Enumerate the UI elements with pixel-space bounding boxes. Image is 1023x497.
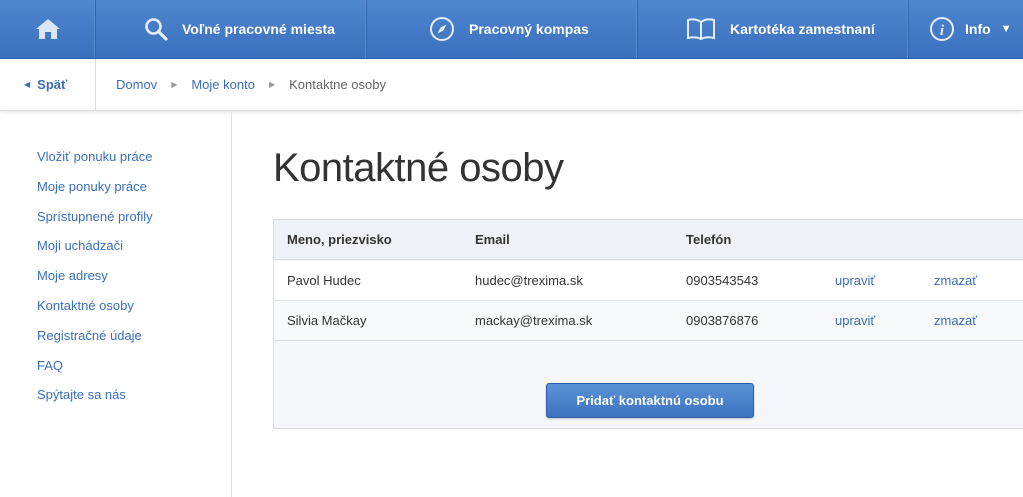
cell-name: Pavol Hudec (287, 273, 361, 288)
chevron-down-icon: ▼ (1000, 23, 1012, 35)
table-row: Silvia Mačkay mackay@trexima.sk 09038768… (274, 301, 1023, 341)
nav-info-label: Info (965, 21, 991, 37)
sidebar-item-shared-profiles[interactable]: Sprístupnené profily (0, 209, 231, 240)
sidebar-item-add-job-offer[interactable]: Vložiť ponuku práce (0, 150, 231, 180)
back-button[interactable]: ◀ Späť (0, 58, 96, 111)
home-icon (35, 19, 60, 39)
edit-link[interactable]: upraviť (835, 301, 875, 341)
nav-info-dropdown[interactable]: i Info ▼ (909, 0, 1023, 58)
svg-text:i: i (940, 23, 945, 39)
info-icon: i (929, 16, 955, 42)
column-header-name: Meno, priezvisko (287, 232, 392, 247)
add-contact-person-button[interactable]: Pridať kontaktnú osobu (546, 383, 754, 418)
cell-email: hudec@trexima.sk (475, 273, 583, 288)
nav-job-vacancies-label: Voľné pracovné miesta (182, 21, 335, 37)
cell-phone: 0903876876 (686, 313, 759, 328)
edit-link[interactable]: upraviť (835, 261, 875, 301)
breadcrumb-bar: ◀ Späť Domov ▶ Moje konto ▶ Kontaktne os… (0, 58, 1023, 111)
sidebar-item-registration-data[interactable]: Registračné údaje (0, 328, 231, 359)
sidebar-item-contact-persons[interactable]: Kontaktné osoby (0, 299, 231, 329)
sidebar-item-faq[interactable]: FAQ (0, 358, 231, 389)
top-navigation: Voľné pracovné miesta Pracovný kompas Ka… (0, 0, 1023, 59)
chevron-left-icon: ◀ (24, 80, 31, 89)
sidebar-item-my-job-offers[interactable]: Moje ponuky práce (0, 179, 231, 210)
breadcrumb-home[interactable]: Domov (116, 77, 157, 92)
sidebar: Vložiť ponuku práce Moje ponuky práce Sp… (0, 112, 232, 497)
chevron-right-icon: ▶ (268, 80, 276, 89)
breadcrumb-current: Kontaktne osoby (289, 77, 386, 92)
delete-link[interactable]: zmazať (934, 301, 977, 341)
search-icon (144, 17, 168, 41)
nav-job-vacancies[interactable]: Voľné pracovné miesta (96, 0, 367, 58)
cell-email: mackay@trexima.sk (475, 313, 593, 328)
home-button[interactable] (0, 0, 96, 58)
contacts-table: Meno, priezvisko Email Telefón Pavol Hud… (273, 219, 1023, 429)
back-label: Späť (37, 77, 68, 92)
nav-work-compass[interactable]: Pracovný kompas (367, 0, 638, 58)
cell-name: Silvia Mačkay (287, 313, 367, 328)
nav-occupation-catalog-label: Kartotéka zamestnaní (730, 21, 875, 37)
cell-phone: 0903543543 (686, 273, 759, 288)
nav-occupation-catalog[interactable]: Kartotéka zamestnaní (638, 0, 909, 58)
compass-icon (429, 16, 455, 42)
column-header-email: Email (475, 232, 510, 247)
nav-work-compass-label: Pracovný kompas (469, 21, 589, 37)
column-header-phone: Telefón (686, 232, 732, 247)
sidebar-item-my-addresses[interactable]: Moje adresy (0, 269, 231, 299)
table-header-row: Meno, priezvisko Email Telefón (274, 220, 1023, 260)
breadcrumb-my-account[interactable]: Moje konto (191, 77, 255, 92)
page-title: Kontaktné osoby (273, 146, 564, 190)
chevron-right-icon: ▶ (171, 80, 178, 89)
sidebar-item-ask-us[interactable]: Spýtajte sa nás (0, 388, 231, 418)
delete-link[interactable]: zmazať (934, 261, 977, 301)
book-icon (686, 18, 716, 40)
table-row: Pavol Hudec hudec@trexima.sk 0903543543 … (274, 261, 1023, 301)
sidebar-item-my-applicants[interactable]: Moji uchádzači (0, 239, 231, 269)
